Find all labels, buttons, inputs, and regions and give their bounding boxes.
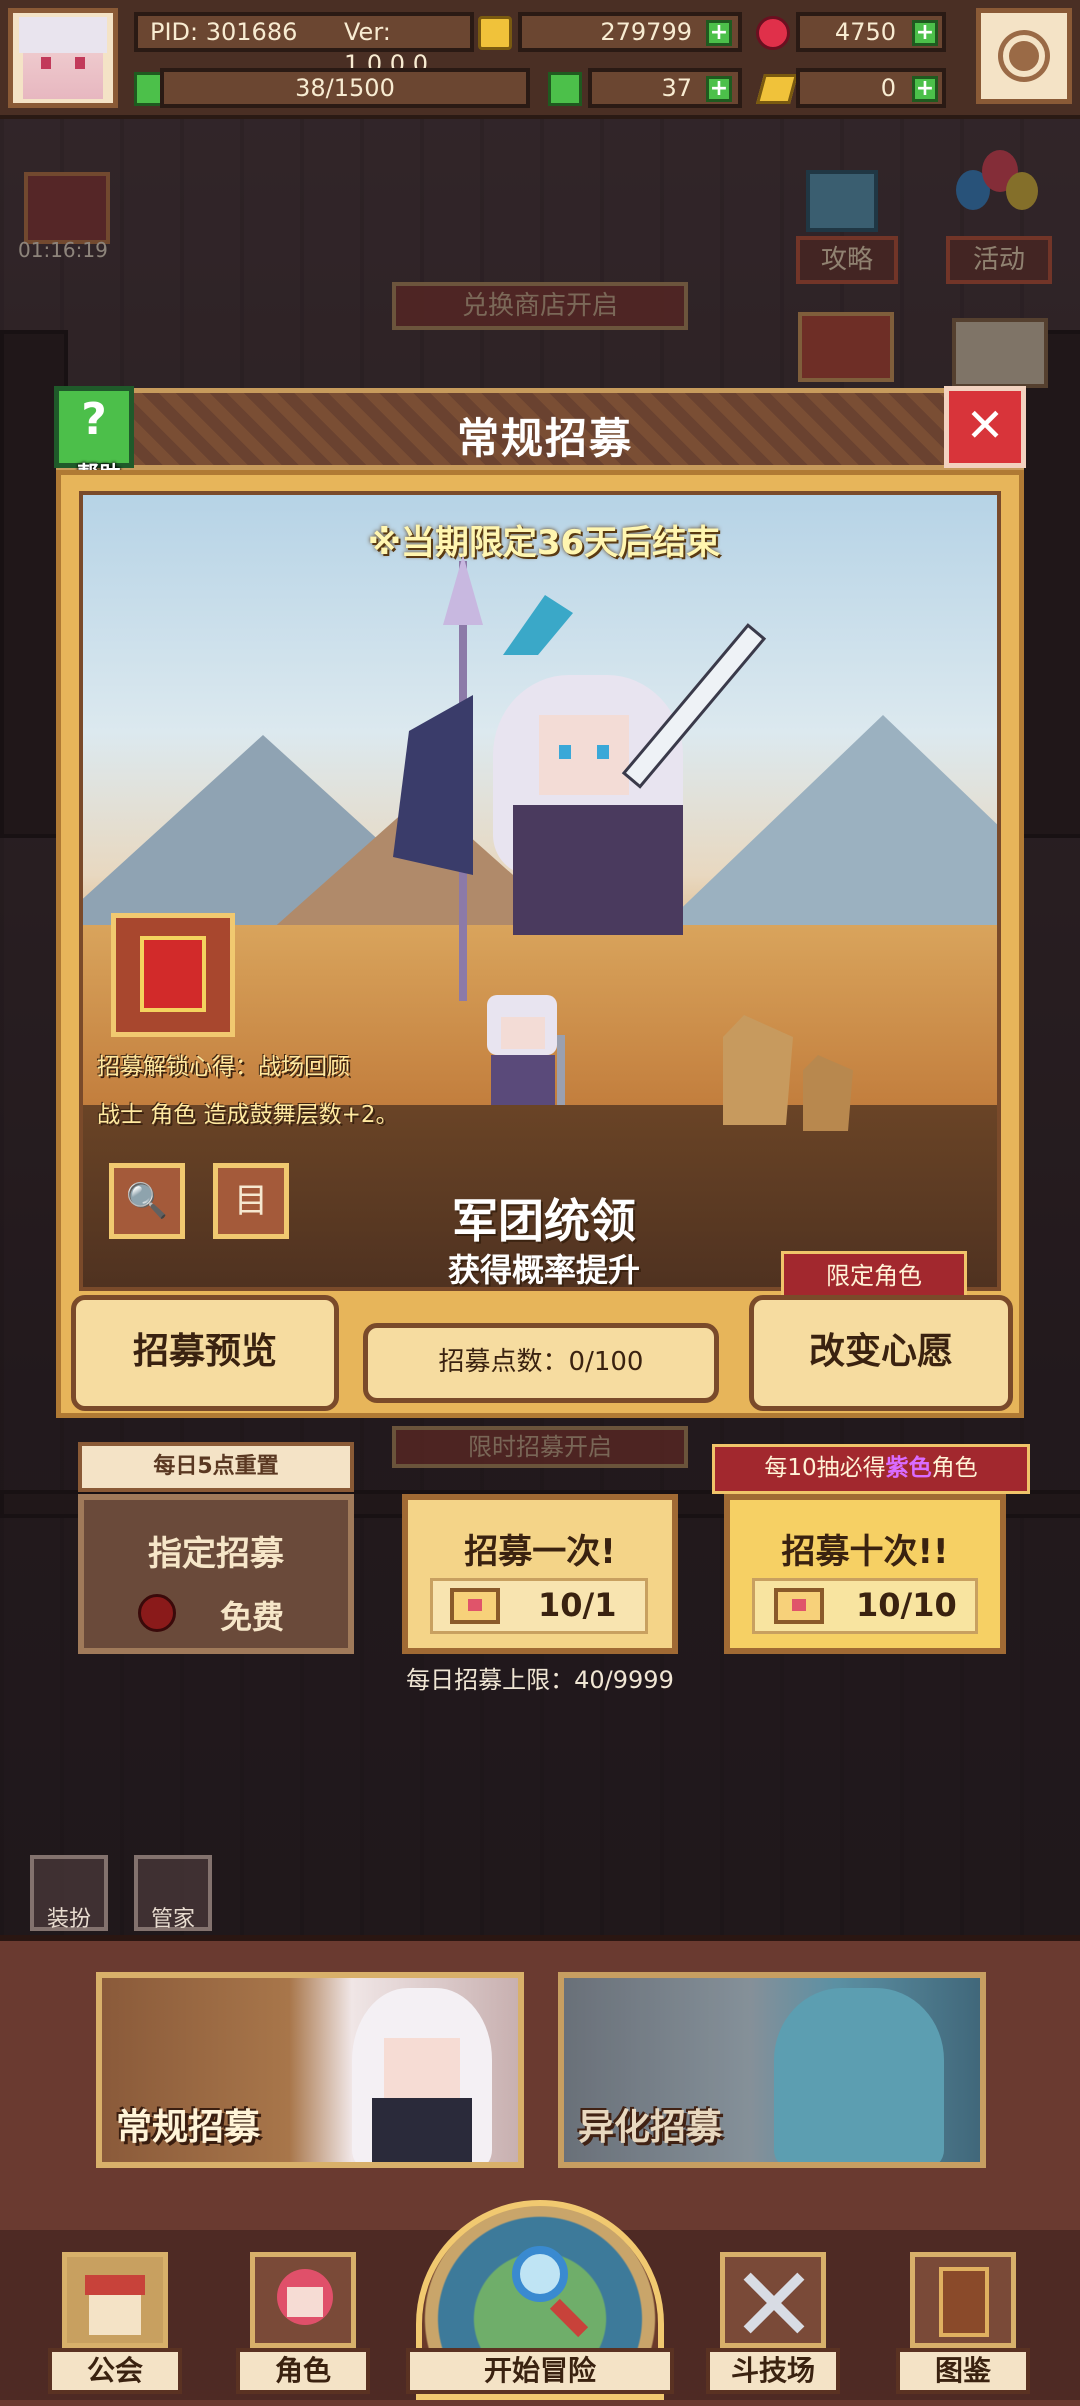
character-name: 军团统领 [452, 1194, 636, 1248]
character-face-icon [250, 2252, 356, 2348]
stamina-bar: 38/1500 [160, 68, 530, 108]
dressup-label: 装扮 [46, 1907, 91, 1932]
nav-codex[interactable]: 图鉴 [896, 2252, 1030, 2400]
add-gold-button[interactable]: + [706, 20, 732, 46]
designated-recruit-title: 指定招募 [148, 1534, 284, 1574]
recruit-preview-button[interactable]: 招募预览 [71, 1295, 339, 1411]
settings-button[interactable] [976, 8, 1072, 104]
red-orb-icon [138, 1594, 176, 1632]
mutation-recruit-tab[interactable]: 异化招募 [558, 1972, 986, 2168]
nav-codex-label: 图鉴 [896, 2348, 1030, 2394]
character-banner-art: ※当期限定36天后结束 招募解锁心得：战场回顾 战士 角色 造成鼓舞层数+2。 … [79, 491, 1001, 1291]
guarantee-prefix: 每10抽必得 [764, 1455, 886, 1481]
regular-recruit-tab[interactable]: 常规招募 [96, 1972, 524, 2168]
red-gem-icon [756, 16, 790, 50]
magnifier-icon [512, 2246, 568, 2302]
butler-label: 管家 [150, 1907, 195, 1932]
player-id: PID: 301686 [150, 18, 298, 46]
dialog-title: 常规招募 [456, 414, 633, 463]
daily-recruit-limit: 每日招募上限：40/9999 [406, 1666, 674, 1694]
add-clover-button[interactable]: + [706, 76, 732, 102]
player-avatar[interactable] [8, 8, 118, 108]
regular-recruit-tab-label: 常规招募 [116, 2107, 261, 2148]
nav-guild[interactable]: 公会 [48, 2252, 182, 2400]
player-info-bar: PID: 301686 Ver: 1.0.0.0 [134, 12, 474, 78]
chibi-character-sprite [467, 995, 577, 1115]
guarantee-tag: 每10抽必得紫色角色 [712, 1444, 1030, 1494]
list-icon: 目 [234, 1181, 268, 1221]
guarantee-highlight: 紫色 [885, 1455, 932, 1481]
gold-amount: 279799 [600, 18, 692, 46]
stamina-value: 38/1500 [295, 74, 395, 102]
close-icon: ✕ [965, 398, 1005, 452]
nav-arena[interactable]: 斗技场 [706, 2252, 840, 2400]
recruit-once-button[interactable]: 招募一次! 10/1 [402, 1494, 678, 1654]
guarantee-suffix: 角色 [931, 1455, 978, 1481]
nav-arena-label: 斗技场 [706, 2348, 840, 2394]
cheese-amount: 0 [880, 74, 896, 102]
guild-house-icon [62, 2252, 168, 2348]
nav-guild-label: 公会 [48, 2348, 182, 2394]
legion-commander-character-art [363, 555, 783, 1001]
clover-amount: 37 [661, 74, 692, 102]
clover-icon [548, 72, 582, 106]
help-button[interactable]: ? 帮助 [54, 386, 134, 488]
rate-up-text: 获得概率提升 [447, 1251, 640, 1289]
unlock-insight-effect: 战士 角色 造成鼓舞层数+2。 [97, 1102, 399, 1128]
close-button[interactable]: ✕ [944, 386, 1026, 468]
recruit-once-title: 招募一次! [464, 1532, 616, 1572]
recruit-once-cost: 10/1 [538, 1586, 617, 1624]
magnify-button[interactable]: 🔍 [109, 1163, 185, 1239]
codex-book-icon [910, 2252, 1016, 2348]
designated-recruit-button[interactable]: 指定招募 免费 [78, 1494, 354, 1654]
recruit-ten-button[interactable]: 招募十次!! 10/10 [724, 1494, 1006, 1654]
dialog-header: 常规招募 [56, 388, 1024, 470]
change-wish-button[interactable]: 改变心愿 [749, 1295, 1013, 1411]
add-gems-button[interactable]: + [912, 20, 938, 46]
nav-characters[interactable]: 角色 [236, 2252, 370, 2400]
insight-unlock-item[interactable] [111, 913, 235, 1037]
dressup-button[interactable]: 装扮 [30, 1855, 108, 1932]
add-cheese-button[interactable]: + [912, 76, 938, 102]
dialog-body: ※当期限定36天后结束 招募解锁心得：战场回顾 战士 角色 造成鼓舞层数+2。 … [56, 470, 1024, 1418]
magnifier-icon: 🔍 [125, 1181, 169, 1221]
gold-coin-icon [478, 16, 512, 50]
nav-adventure-label[interactable]: 开始冒险 [406, 2348, 674, 2394]
gem-amount: 4750 [834, 18, 896, 46]
daily-reset-tag: 每日5点重置 [78, 1442, 354, 1492]
gear-icon [1003, 35, 1045, 77]
unlock-insight-text: 招募解锁心得：战场回顾 [97, 1054, 350, 1080]
recruit-points-display: 招募点数：0/100 [363, 1323, 719, 1403]
cheese-icon [755, 74, 799, 104]
mutation-recruit-tab-label: 异化招募 [578, 2107, 723, 2148]
question-icon: ? [81, 394, 107, 445]
recruit-ten-cost: 10/10 [856, 1586, 957, 1624]
designated-recruit-cost: 免费 [220, 1598, 285, 1636]
book-icon [140, 936, 206, 1012]
details-button[interactable]: 目 [213, 1163, 289, 1239]
top-status-bar: PID: 301686 Ver: 1.0.0.0 279799 + 4750 +… [0, 0, 1080, 119]
blue-haired-girl-portrait [774, 1988, 944, 2162]
crossed-swords-icon [720, 2252, 826, 2348]
recruit-ten-title: 招募十次!! [781, 1532, 949, 1572]
regular-recruit-dialog: 常规招募 ? 帮助 ✕ ※当期限定36天后结束 [54, 386, 1026, 1418]
nav-characters-label: 角色 [236, 2348, 370, 2394]
heart-ticket-icon [450, 1588, 500, 1624]
heart-ticket-icon [774, 1588, 824, 1624]
butler-button[interactable]: 管家 [134, 1855, 212, 1932]
